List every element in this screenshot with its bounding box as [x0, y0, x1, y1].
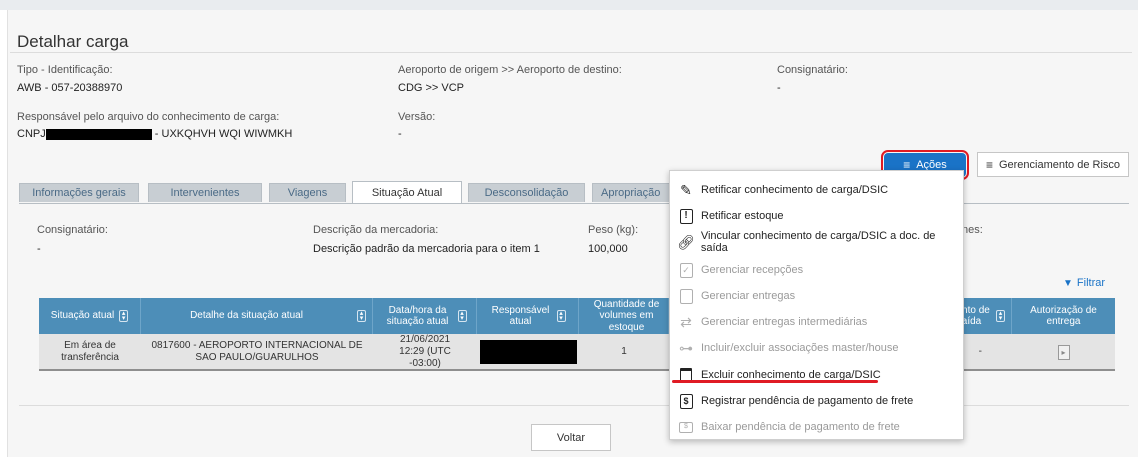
pencil-icon: ✎ — [680, 181, 692, 198]
col-detalhe[interactable]: Detalhe da situação atual ▴ ▾ — [141, 298, 373, 334]
cell-quantidade: 1 — [621, 346, 627, 357]
descricao-value: Descrição padrão da mercadoria para o it… — [313, 243, 540, 255]
responsavel-label: Responsável pelo arquivo do conhecimento… — [17, 111, 280, 123]
tab-situacao-atual[interactable]: Situação Atual — [352, 181, 462, 203]
hierarchy-icon: ⊶ — [679, 339, 693, 356]
menu-item-registrar-pendencia[interactable]: $ Registrar pendência de pagamento de fr… — [670, 388, 963, 414]
partial-label: nes: — [962, 224, 983, 236]
filter-icon: ▼ — [1063, 277, 1073, 289]
filtrar-link[interactable]: ▼ Filtrar — [1063, 277, 1105, 289]
cell-datahora: 21/06/2021 12:29 (UTC -03:00) — [399, 334, 451, 369]
col-datahora[interactable]: Data/hora da situação atual ▴ ▾ — [373, 298, 477, 334]
tab-intervenientes[interactable]: Intervenientes — [148, 183, 262, 202]
check-doc-icon: ✓ — [677, 261, 695, 279]
consignatario-label: Consignatário: — [777, 64, 848, 76]
peso-label: Peso (kg): — [588, 224, 639, 236]
menu-item-gerenciar-entregas[interactable]: Gerenciar entregas — [670, 283, 963, 309]
responsavel-value: CNPJ - UXKQHVH WQI WIWMKH — [17, 128, 292, 140]
tipo-value: AWB - 057-20388970 — [17, 82, 123, 94]
highlight-underline — [672, 380, 878, 383]
detail-consignatario-label: Consignatário: — [37, 224, 108, 236]
menu-item-retificar-conhecimento[interactable]: ✎ Retificar conhecimento de carga/DSIC — [670, 177, 963, 203]
col-quantidade[interactable]: Quantidade de volumes em estoque — [579, 298, 669, 334]
tipo-label: Tipo - Identificação: — [17, 64, 113, 76]
col-situacao-atual[interactable]: Situação atual ▴ ▾ — [39, 298, 141, 334]
descricao-label: Descrição da mercadoria: — [313, 224, 439, 236]
responsavel-suffix: - UXKQHVH WQI WIWMKH — [154, 128, 293, 140]
link-icon: 🔗︎ — [677, 233, 695, 250]
menu-item-gerenciar-recepcoes[interactable]: ✓ Gerenciar recepções — [670, 257, 963, 283]
tab-viagens[interactable]: Viagens — [269, 183, 346, 202]
menu-item-master-house[interactable]: ⊶ Incluir/excluir associações master/hou… — [670, 335, 963, 361]
top-bar — [0, 0, 1138, 10]
money-icon: $ — [677, 418, 695, 436]
redacted-block — [45, 128, 152, 140]
aeroporto-label: Aeroporto de origem >> Aeroporto de dest… — [398, 64, 622, 76]
filtrar-label: Filtrar — [1076, 277, 1106, 289]
sort-icon: ▴ ▾ — [556, 310, 566, 322]
title-divider — [10, 52, 1132, 53]
menu-item-vincular[interactable]: 🔗︎ Vincular conhecimento de carga/DSIC a… — [670, 229, 963, 255]
menu-item-entregas-intermediarias[interactable]: ⇄ Gerenciar entregas intermediárias — [670, 309, 963, 335]
gerenciamento-risco-button[interactable]: ≡ Gerenciamento de Risco — [977, 152, 1129, 177]
detail-consignatario-value: - — [37, 243, 41, 255]
sort-icon: ▴ ▾ — [457, 310, 467, 322]
peso-value: 100,000 — [588, 243, 628, 255]
sort-icon: ▴ ▾ — [356, 310, 366, 322]
cell-situacao: Em área de transferência — [61, 340, 119, 363]
risco-label: Gerenciamento de Risco — [998, 158, 1121, 171]
sort-icon: ▴ ▾ — [119, 310, 129, 322]
menu-item-baixar-pendencia[interactable]: $ Baixar pendência de pagamento de frete — [670, 414, 963, 440]
col-autorizacao[interactable]: Autorização de entrega — [1012, 298, 1115, 334]
cell-detalhe: 0817600 - AEROPORTO INTERNACIONAL DE SAO… — [151, 340, 363, 363]
doc-icon — [677, 287, 695, 305]
alert-box-icon: ! — [677, 207, 695, 225]
versao-value: - — [398, 128, 402, 140]
consignatario-value: - — [777, 82, 781, 94]
voltar-button[interactable]: Voltar — [531, 424, 611, 451]
cnpj-prefix: CNPJ — [17, 128, 46, 140]
dollar-doc-icon: $ — [677, 392, 695, 410]
hamburger-icon: ≡ — [985, 157, 993, 172]
cell-autorizacao[interactable]: ▸ — [1012, 334, 1115, 370]
tab-desconsolidacao[interactable]: Desconsolidação — [468, 183, 585, 202]
transfer-icon: ⇄ — [680, 313, 692, 330]
versao-label: Versão: — [398, 111, 436, 123]
page-title: Detalhar carga — [17, 32, 129, 51]
tab-apropriacao[interactable]: Apropriação — [592, 183, 670, 202]
tab-informacoes-gerais[interactable]: Informações gerais — [19, 183, 139, 202]
sort-icon: ▴ ▾ — [996, 310, 1005, 322]
menu-item-retificar-estoque[interactable]: ! Retificar estoque — [670, 203, 963, 229]
col-responsavel[interactable]: Responsável atual ▴ ▾ — [477, 298, 579, 334]
aeroporto-value: CDG >> VCP — [398, 82, 465, 94]
document-icon[interactable]: ▸ — [1057, 344, 1070, 360]
acoes-dropdown-menu: ✎ Retificar conhecimento de carga/DSIC !… — [669, 170, 964, 440]
cell-responsavel — [477, 334, 579, 370]
redacted-block — [479, 340, 577, 364]
menu-item-excluir[interactable]: Excluir conhecimento de carga/DSIC — [670, 362, 963, 388]
